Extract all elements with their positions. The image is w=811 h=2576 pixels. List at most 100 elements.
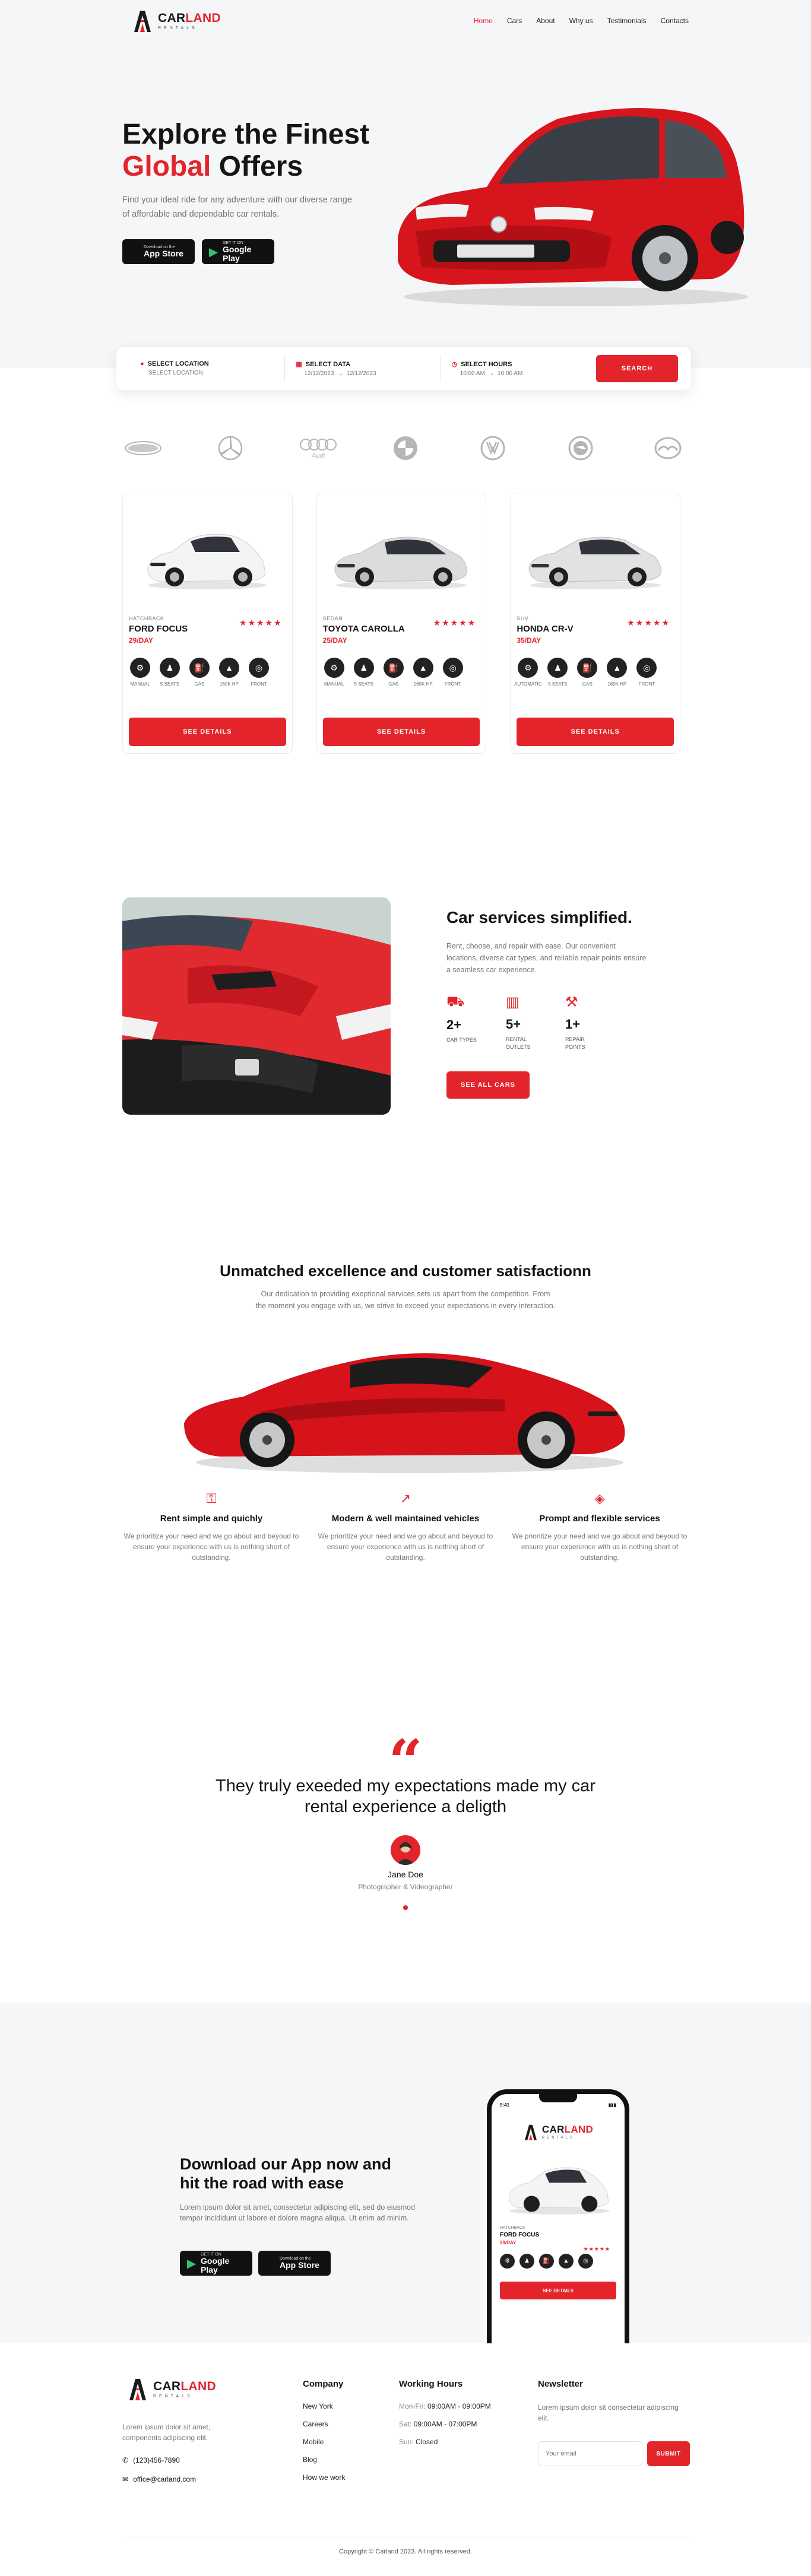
footer-email[interactable]: ✉ office@carland.com [122,2475,196,2483]
nav-cars[interactable]: Cars [507,17,522,25]
top-nav: CARLAND RENTALS Home Cars About Why us T… [0,0,811,42]
app-store-button[interactable]: Download on the App Store [122,239,195,264]
key-icon: ⚿ [206,1491,217,1506]
footer-link[interactable]: Blog [303,2456,345,2464]
see-all-cars-button[interactable]: SEE ALL CARS [446,1071,530,1099]
mercedes-logo-icon[interactable] [210,433,251,463]
nav-testimonials[interactable]: Testimonials [607,17,647,25]
rating-stars: ★★★★★ [433,618,477,627]
google-play-button[interactable]: ▶ GET IT ON Google Play [202,239,274,264]
trending-up-icon: ↗ [400,1491,411,1506]
signal-icon: ▮▮▮ [608,2102,616,2108]
arrow-right-icon: → [488,370,495,377]
engine-icon: ▲ [219,658,239,678]
nav-contacts[interactable]: Contacts [661,17,689,25]
car-image [517,500,674,607]
engine-icon: ▲ [559,2254,574,2269]
google-play-icon: ▶ [208,245,218,259]
google-play-button[interactable]: ▶ GET IT ON Google Play [180,2251,252,2276]
search-button[interactable]: SEARCH [595,355,678,382]
footer-phone[interactable]: ✆ (123)456-7890 [122,2456,180,2464]
newsletter-submit-button[interactable]: SUBMIT [647,2441,690,2466]
car-card[interactable]: SUV HONDA CR-V 35/DAY ★★★★★ ⚙ AUTOMATIC ♟… [510,493,681,754]
gearbox-icon: ⚙ [324,658,344,678]
phone-car-specs: ⚙ ♟ ⛽ ▲ ◎ [500,2254,616,2269]
car-price: 25/DAY [322,636,347,645]
engine-icon: ▲ [607,658,628,678]
services-section: Car services simplified. Rent, choose, a… [446,908,648,1099]
car-cards: HATCHBACK FORD FOCUS 29/DAY ★★★★★ ⚙ MANUA… [122,493,681,754]
wheel-drive-icon: ◎ [636,658,657,678]
wheel-drive-icon: ◎ [442,658,463,678]
google-play-icon: ▶ [186,2257,197,2270]
brand-logos: Audi [122,433,689,463]
hero-car-image [398,108,748,306]
car-specs: ⚙ MANUAL ♟ 5 SEATS ⛽ GAS ▲ 160K HP ◎ FRONT [129,658,286,687]
carousel-dot[interactable] [403,1905,408,1910]
download-title: Download our App now and hit the road wi… [180,2155,391,2192]
rating-stars: ★★★★★ [627,618,671,627]
nav-why-us[interactable]: Why us [569,17,593,25]
sports-car-image [184,1353,625,1473]
bmw-logo-icon[interactable] [385,433,426,463]
car-price: 29/DAY [129,636,153,645]
skoda-logo-icon[interactable] [560,433,601,463]
hero-title: Explore the Finest Global Offers [122,119,370,182]
car-image [129,500,286,607]
footer: CARLAND RENTALS Lorem ipsum dolor sit ame… [0,2343,811,2576]
car-specs: ⚙ MANUAL ♟ 5 SEATS ⛽ GAS ▲ 160K HP ◎ FRONT [323,658,480,687]
hours-field[interactable]: ◷ SELECT HOURS 10:00 AM → 10:00 AM [441,356,596,382]
app-store-button[interactable]: Download on the App Store [258,2251,331,2276]
excellence-title: Unmatched excellence and customer satisf… [220,1262,591,1280]
location-field[interactable]: ● SELECT LOCATION SELECT LOCATION [129,356,286,382]
car-icon: ⛟ [446,994,465,1010]
wheel-drive-icon: ◎ [578,2254,593,2269]
ford-logo-icon[interactable] [122,433,164,463]
main-menu: Home Cars About Why us Testimonials Cont… [474,17,689,25]
calendar-icon: ▦ [296,361,302,368]
date-field[interactable]: ▦ SELECT DATA 12/12/2023 → 12/12/2023 [285,356,441,382]
phone-mockup: 9:41 ▮▮▮ CARLAND RENTALS HATCHBACK FORD FO… [487,2089,629,2343]
brand-logo[interactable]: CARLAND RENTALS [132,8,221,33]
newsletter-email-input[interactable] [538,2441,642,2466]
mazda-logo-icon[interactable] [647,433,689,463]
phone-icon: ✆ [122,2456,129,2464]
gearbox-icon: ⚙ [518,658,538,678]
nav-home[interactable]: Home [474,17,493,25]
gearbox-icon: ⚙ [130,658,150,678]
audi-logo-icon[interactable]: Audi [297,433,339,463]
rating-stars: ★★★★★ [239,618,283,627]
avatar [391,1835,420,1865]
download-text: Lorem ipsum dolor sit amet, consectetur … [180,2203,416,2222]
phone-see-details-button[interactable]: SEE DETAILS [500,2282,616,2299]
see-details-button[interactable]: SEE DETAILS [322,718,480,746]
hero-section: Explore the Finest Global Offers Find you… [0,0,811,368]
car-card[interactable]: SEDAN TOYOTA CAROLLA 25/DAY ★★★★★ ⚙ MANUA… [316,493,487,754]
footer-logo[interactable]: CARLAND RENTALS [127,2377,216,2401]
engine-icon: ▲ [413,658,433,678]
excellence-features: ⚿ Rent simple and quichly We prioritize … [122,1491,689,1563]
see-details-button[interactable]: SEE DETAILS [517,718,674,746]
excellence-subtitle: Our dedication to providing exeptional s… [255,1290,556,1310]
seat-icon: ♟ [519,2254,534,2269]
footer-link[interactable]: How we work [303,2473,345,2482]
volkswagen-logo-icon[interactable] [472,433,514,463]
fuel-icon: ⛽ [577,658,598,678]
feature-item: ↗ Modern & well maintained vehicles We p… [316,1491,495,1563]
location-pin-icon: ● [140,360,144,367]
car-image [323,500,480,607]
diamond-icon: ◈ [594,1491,605,1506]
phone-logo: CARLAND RENTALS [500,2123,616,2141]
logo-mark-icon [524,2124,537,2140]
feature-item: ⚿ Rent simple and quichly We prioritize … [122,1491,300,1563]
nav-about[interactable]: About [536,17,555,25]
download-app-section: Download our App now and hit the road wi… [0,2003,811,2343]
see-details-button[interactable]: SEE DETAILS [129,718,286,746]
footer-link[interactable]: Mobile [303,2438,345,2446]
footer-link[interactable]: Careers [303,2420,345,2428]
seat-icon: ♟ [160,658,180,678]
services-title: Car services simplified. [446,908,632,927]
car-card[interactable]: HATCHBACK FORD FOCUS 29/DAY ★★★★★ ⚙ MANUA… [122,493,293,754]
arrow-right-icon: → [337,370,343,377]
footer-link[interactable]: New York [303,2402,345,2410]
